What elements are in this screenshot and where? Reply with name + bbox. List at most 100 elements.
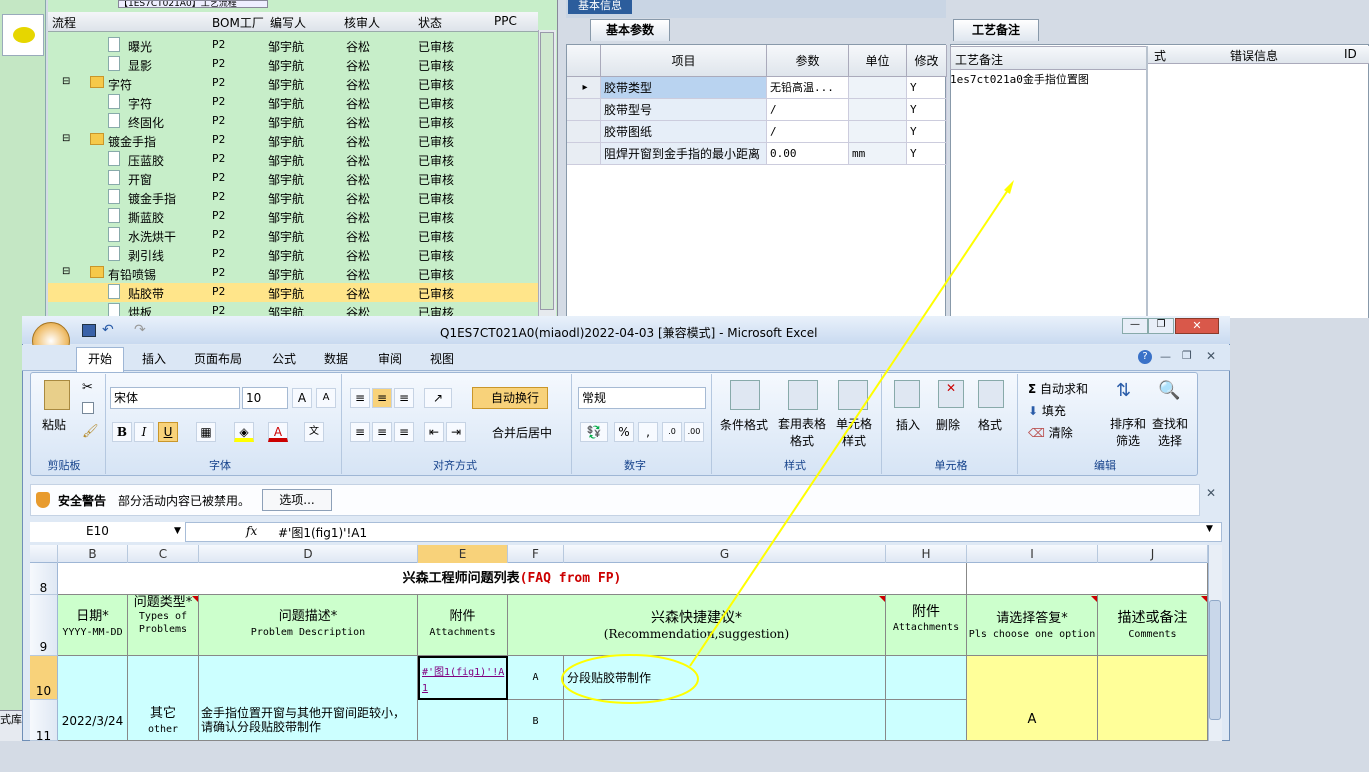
- sheet-title-cell[interactable]: 兴森工程师问题列表(FAQ from FP): [58, 563, 967, 595]
- delete-cells-icon[interactable]: ✕: [938, 380, 964, 408]
- param-value[interactable]: 无铅高温...: [767, 77, 849, 99]
- tree-row[interactable]: ⊟ 有铅喷锡 P2 邹宇航 谷松 已审核: [48, 264, 538, 283]
- fill-button[interactable]: ⬇ 填充: [1028, 402, 1066, 419]
- conditional-format-button[interactable]: 条件格式: [720, 416, 768, 433]
- attach-link[interactable]: #'图1(fig1)'!A1: [422, 667, 504, 694]
- param-unit[interactable]: [849, 77, 907, 99]
- row-header-8[interactable]: 8: [30, 563, 58, 595]
- security-close-icon[interactable]: ✕: [1206, 486, 1216, 500]
- format-cells-button[interactable]: 格式: [978, 416, 1002, 433]
- namebox-dropdown-icon[interactable]: ▼: [174, 526, 181, 536]
- choose-header-cell[interactable]: 请选择答复* Pls choose one option: [967, 595, 1098, 656]
- tree-row[interactable]: ⊟ 字符 P2 邹宇航 谷松 已审核: [48, 74, 538, 93]
- header-bom[interactable]: BOM工厂: [212, 14, 264, 31]
- restore-button[interactable]: ❐: [1148, 318, 1174, 334]
- header-process[interactable]: 流程: [52, 14, 76, 31]
- tab-review[interactable]: 审阅: [368, 349, 412, 371]
- comment-marker[interactable]: [1201, 596, 1207, 602]
- date-header-cell[interactable]: 日期* YYYY-MM-DD: [58, 595, 128, 656]
- desc-header-cell[interactable]: 问题描述* Problem Description: [199, 595, 418, 656]
- notes-header[interactable]: 工艺备注: [950, 46, 1148, 70]
- undo-icon[interactable]: ↶: [102, 322, 114, 338]
- recommend-header-cell[interactable]: 兴森快捷建议* (Recommendation,suggestion): [508, 595, 886, 656]
- tree-title-tab[interactable]: 【1ES7CT021A0】工艺流程: [118, 0, 268, 8]
- collapse-icon[interactable]: ⊟: [62, 76, 70, 87]
- increase-decimal-icon[interactable]: .0: [662, 422, 682, 442]
- ribbon-restore-icon[interactable]: ❐: [1182, 349, 1192, 362]
- tree-scroll-thumb[interactable]: [540, 32, 554, 310]
- param-item[interactable]: 胶带型号: [601, 99, 767, 121]
- autosum-button[interactable]: Σ 自动求和: [1028, 380, 1088, 397]
- col-header-j[interactable]: J: [1098, 545, 1208, 563]
- tree-row[interactable]: 开窗 P2 邹宇航 谷松 已审核: [48, 169, 538, 188]
- tree-row[interactable]: 字符 P2 邹宇航 谷松 已审核: [48, 93, 538, 112]
- tab-formulas[interactable]: 公式: [262, 349, 306, 371]
- param-mod[interactable]: Y: [907, 143, 947, 165]
- align-bottom-icon[interactable]: ≡: [394, 388, 414, 408]
- tree-row[interactable]: ⊟ 镀金手指 P2 邹宇航 谷松 已审核: [48, 131, 538, 150]
- copy-icon[interactable]: [82, 402, 94, 414]
- param-mod[interactable]: Y: [907, 99, 947, 121]
- attach-cell-11[interactable]: [418, 700, 508, 741]
- paste-icon[interactable]: [44, 380, 70, 410]
- decrease-decimal-icon[interactable]: .00: [684, 422, 704, 442]
- ribbon-min-icon[interactable]: —: [1160, 350, 1171, 363]
- sort-filter-button[interactable]: 排序和筛选: [1110, 416, 1146, 450]
- insert-cells-button[interactable]: 插入: [896, 416, 920, 433]
- decrease-indent-icon[interactable]: ⇤: [424, 422, 444, 442]
- find-select-button[interactable]: 查找和选择: [1152, 416, 1188, 450]
- param-mod[interactable]: Y: [907, 121, 947, 143]
- grid-row-header[interactable]: [567, 121, 601, 143]
- orientation-icon[interactable]: ↗: [424, 388, 452, 408]
- phonetic-icon[interactable]: 文: [304, 422, 324, 442]
- italic-button[interactable]: I: [134, 422, 154, 442]
- tree-row[interactable]: 压蓝胶 P2 邹宇航 谷松 已审核: [48, 150, 538, 169]
- suggestion-b-cell[interactable]: [564, 700, 886, 741]
- param-item[interactable]: 胶带图纸: [601, 121, 767, 143]
- sheet-scroll-thumb[interactable]: [1209, 600, 1221, 720]
- option-a-cell[interactable]: A: [508, 656, 564, 700]
- param-item[interactable]: 阻焊开窗到金手指的最小距离: [601, 143, 767, 165]
- suggestion-a-cell[interactable]: 分段贴胶带制作: [564, 656, 886, 700]
- tab-process-notes[interactable]: 工艺备注: [953, 19, 1039, 41]
- ribbon-close-icon[interactable]: ✕: [1206, 349, 1216, 363]
- col-header-c[interactable]: C: [128, 545, 199, 563]
- attach2-cell-10[interactable]: [886, 656, 967, 700]
- col-header-b[interactable]: B: [58, 545, 128, 563]
- param-value[interactable]: /: [767, 121, 849, 143]
- align-right-icon[interactable]: ≡: [394, 422, 414, 442]
- param-item[interactable]: 胶带类型: [601, 77, 767, 99]
- increase-indent-icon[interactable]: ⇥: [446, 422, 466, 442]
- percent-button[interactable]: %: [614, 422, 634, 442]
- format-table-button[interactable]: 套用表格格式: [774, 416, 830, 450]
- underline-button[interactable]: U: [158, 422, 178, 442]
- tab-view[interactable]: 视图: [420, 349, 464, 371]
- tab-basic-params[interactable]: 基本参数: [590, 19, 670, 41]
- bold-button[interactable]: B: [112, 422, 132, 442]
- font-size-select[interactable]: 10: [242, 387, 288, 409]
- header-item[interactable]: 项目: [601, 45, 767, 77]
- comments-cell[interactable]: [1098, 656, 1208, 741]
- cell-styles-icon[interactable]: [838, 380, 868, 410]
- font-name-select[interactable]: 宋体: [110, 387, 240, 409]
- tree-row[interactable]: 显影 P2 邹宇航 谷松 已审核: [48, 55, 538, 74]
- comment-marker[interactable]: [192, 596, 198, 602]
- wrap-text-button[interactable]: 自动换行: [472, 387, 548, 409]
- formula-input[interactable]: #'图1(fig1)'!A1: [278, 524, 367, 541]
- help-icon[interactable]: ?: [1138, 350, 1152, 364]
- header-param[interactable]: 参数: [767, 45, 849, 77]
- col-header-e[interactable]: E: [418, 545, 508, 563]
- type-header-cell[interactable]: 问题类型* Types of Problems: [128, 595, 199, 656]
- header-id[interactable]: ID: [1344, 47, 1357, 61]
- save-icon[interactable]: [82, 324, 96, 337]
- collapse-icon[interactable]: ⊟: [62, 133, 70, 144]
- grid-row-header[interactable]: ▸: [567, 77, 601, 99]
- shrink-font-icon[interactable]: A: [316, 388, 336, 408]
- row-header-9[interactable]: 9: [30, 595, 58, 656]
- param-unit[interactable]: [849, 99, 907, 121]
- tab-insert[interactable]: 插入: [132, 349, 176, 371]
- date-cell[interactable]: 2022/3/24: [58, 656, 128, 741]
- chat-button[interactable]: [2, 14, 44, 56]
- option-b-cell[interactable]: B: [508, 700, 564, 741]
- cut-icon[interactable]: ✂: [82, 380, 93, 395]
